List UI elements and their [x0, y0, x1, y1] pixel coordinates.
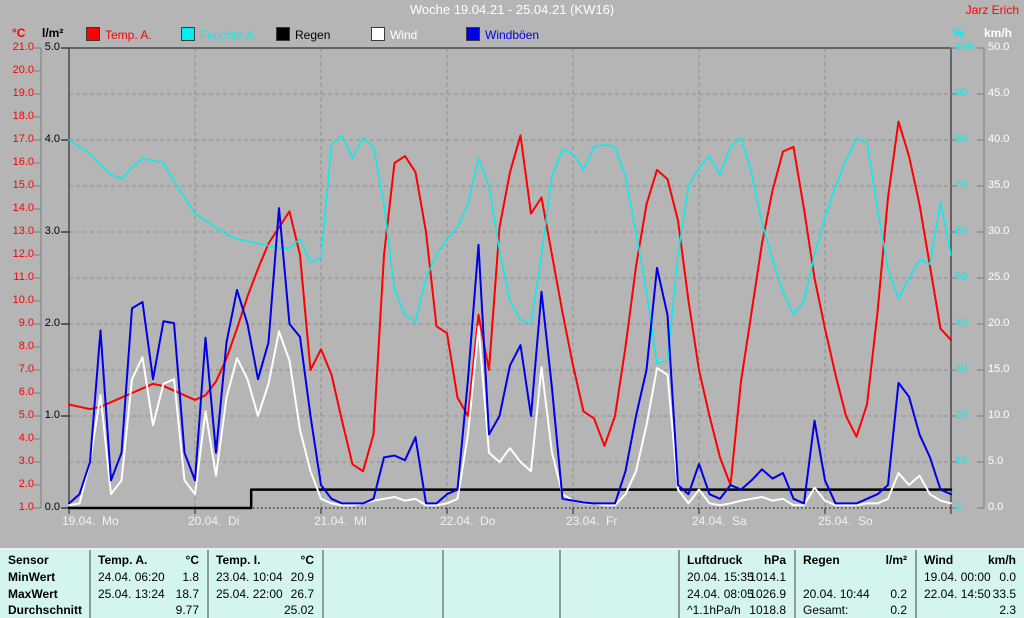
table-cell-value: 2.3	[915, 603, 1016, 618]
wind-axis-label: 5.0	[988, 455, 1003, 467]
rain-axis-label: 2.0	[0, 317, 60, 329]
temp-axis-label: 6.0	[0, 386, 34, 398]
rain-axis-label: 5.0	[0, 41, 60, 53]
table-row-label: MaxWert	[8, 587, 58, 603]
temp-axis-label: 4.0	[0, 432, 34, 444]
table-sensor-unit: °C	[207, 553, 314, 569]
humidity-axis-label: 70	[955, 179, 967, 191]
table-cell-value: 33.5	[915, 587, 1016, 603]
rain-axis-label: 4.0	[0, 133, 60, 145]
series-line-temp-a-	[69, 122, 951, 485]
table-column-divider	[322, 550, 324, 618]
temp-axis-label: 14.0	[0, 202, 34, 214]
humidity-axis-label: 50	[955, 271, 967, 283]
table-cell-value: 1026.9	[678, 587, 786, 603]
temp-axis-label: 15.0	[0, 179, 34, 191]
day-label: 21.04. Mi	[314, 514, 367, 528]
table-sensor-unit: hPa	[678, 553, 786, 569]
table-column-divider	[442, 550, 444, 618]
wind-axis-label: 0.0	[988, 501, 1003, 513]
table-sensor-unit: l/m²	[794, 553, 907, 569]
table-cell-value: 0.0	[915, 570, 1016, 586]
temp-axis-label: 7.0	[0, 363, 34, 375]
wind-axis-label: 25.0	[988, 271, 1009, 283]
table-sensor-unit: °C	[89, 553, 199, 569]
humidity-axis-label: 0	[955, 501, 961, 513]
table-cell-value: 25.02	[207, 603, 314, 618]
summary-table: SensorMinWertMaxWertDurchschnittTemp. A.…	[0, 548, 1024, 618]
temp-axis-label: 18.0	[0, 110, 34, 122]
humidity-axis-label: 40	[955, 317, 967, 329]
wind-axis-label: 20.0	[988, 317, 1009, 329]
day-label: 20.04. Di	[188, 514, 239, 528]
table-row-label: Sensor	[8, 553, 49, 569]
weather-week-chart-window: Woche 19.04.21 - 25.04.21 (KW16) Jarz Er…	[0, 0, 1024, 618]
wind-axis-label: 45.0	[988, 87, 1009, 99]
temp-axis-label: 16.0	[0, 156, 34, 168]
table-cell-value: 26.7	[207, 587, 314, 603]
rain-axis-label: 1.0	[0, 409, 60, 421]
wind-axis-label: 30.0	[988, 225, 1009, 237]
table-cell-value: 0.2	[794, 587, 907, 603]
table-cell-value: 20.9	[207, 570, 314, 586]
humidity-axis-label: 80	[955, 133, 967, 145]
humidity-axis-label: 60	[955, 225, 967, 237]
table-column-divider	[559, 550, 561, 618]
wind-axis-label: 50.0	[988, 41, 1009, 53]
humidity-axis-label: 100	[955, 41, 973, 53]
table-cell-value: 1.8	[89, 570, 199, 586]
temp-axis-label: 10.0	[0, 294, 34, 306]
rain-axis-label: 3.0	[0, 225, 60, 237]
humidity-axis-label: 90	[955, 87, 967, 99]
humidity-axis-label: 20	[955, 409, 967, 421]
table-cell-value: 9.77	[89, 603, 199, 618]
humidity-axis-label: 30	[955, 363, 967, 375]
weather-chart-plot	[0, 0, 1024, 548]
table-row-label: Durchschnitt	[8, 603, 82, 618]
series-line-windb-en	[69, 208, 951, 503]
wind-axis-label: 10.0	[988, 409, 1009, 421]
wind-axis-label: 35.0	[988, 179, 1009, 191]
day-label: 25.04. So	[818, 514, 873, 528]
table-cell-value: 18.7	[89, 587, 199, 603]
rain-axis-label: 0.0	[0, 501, 60, 513]
table-cell-value: 1014.1	[678, 570, 786, 586]
wind-axis-label: 15.0	[988, 363, 1009, 375]
day-label: 23.04. Fr	[566, 514, 617, 528]
table-row-label: MinWert	[8, 570, 55, 586]
table-cell-value: 0.2	[794, 603, 907, 618]
temp-axis-label: 2.0	[0, 478, 34, 490]
table-sensor-unit: km/h	[915, 553, 1016, 569]
day-label: 22.04. Do	[440, 514, 495, 528]
wind-axis-label: 40.0	[988, 133, 1009, 145]
temp-axis-label: 20.0	[0, 64, 34, 76]
day-label: 19.04. Mo	[62, 514, 119, 528]
day-label: 24.04. Sa	[692, 514, 747, 528]
temp-axis-label: 19.0	[0, 87, 34, 99]
temp-axis-label: 3.0	[0, 455, 34, 467]
table-cell-value: 1018.8	[678, 603, 786, 618]
temp-axis-label: 11.0	[0, 271, 34, 283]
temp-axis-label: 12.0	[0, 248, 34, 260]
humidity-axis-label: 10	[955, 455, 967, 467]
temp-axis-label: 8.0	[0, 340, 34, 352]
